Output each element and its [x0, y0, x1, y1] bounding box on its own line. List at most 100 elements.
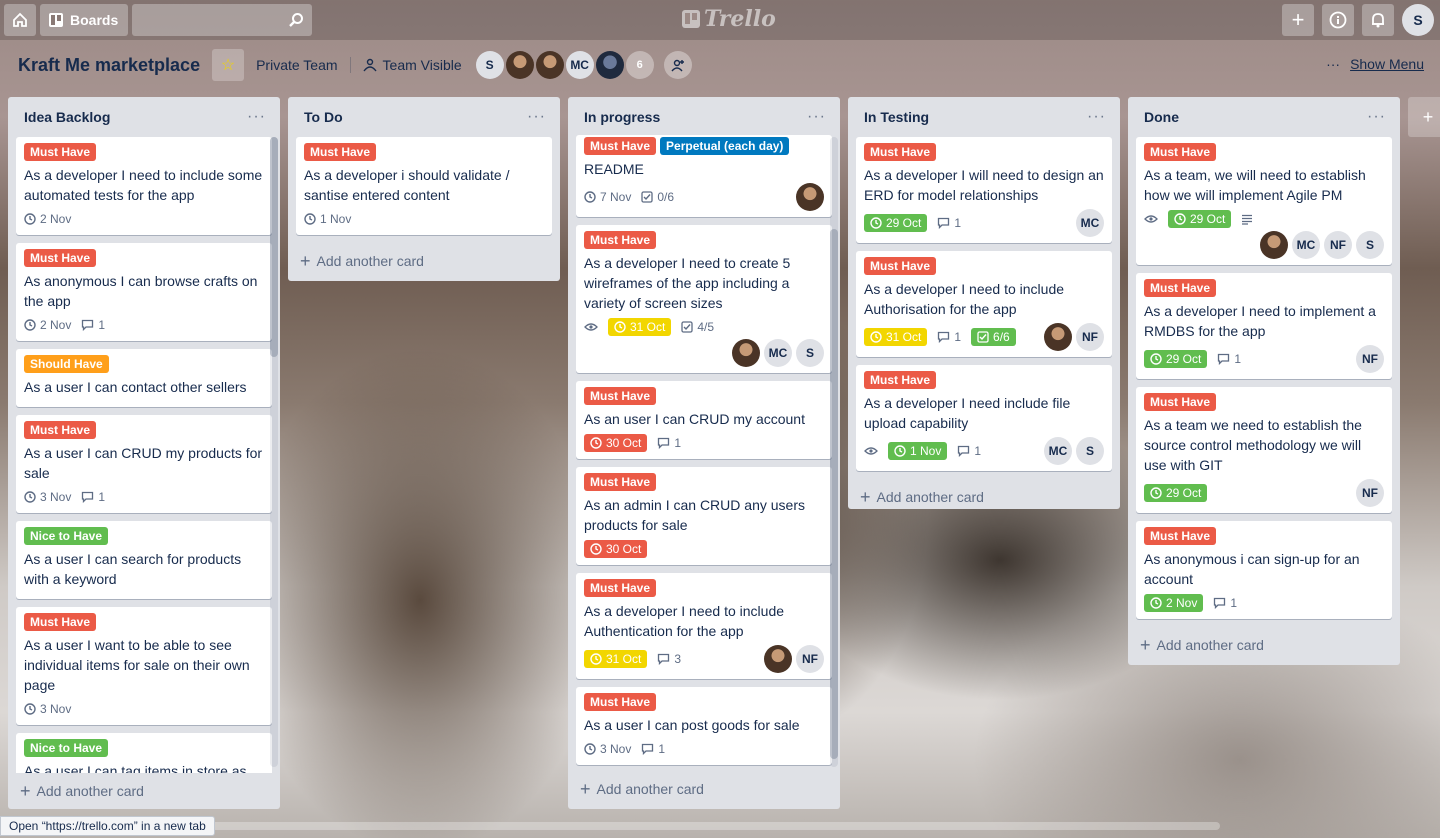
card-label[interactable]: Should Have — [24, 355, 109, 373]
list-scrollbar[interactable] — [270, 137, 278, 767]
card-label[interactable]: Must Have — [864, 257, 937, 275]
due-date-badge[interactable]: 29 Oct — [864, 214, 928, 232]
card[interactable]: Must Have As a developer I need to includ… — [16, 137, 272, 235]
card[interactable]: Must Have As a user I can post goods for … — [576, 687, 832, 765]
due-date-badge[interactable]: 30 Oct — [584, 540, 648, 558]
card-label[interactable]: Must Have — [24, 421, 97, 439]
add-card-button[interactable]: + Add another card — [288, 243, 560, 279]
card-label[interactable]: Must Have — [24, 249, 97, 267]
card[interactable]: Must Have As an admin I can CRUD any user… — [576, 467, 832, 565]
card[interactable]: Must Have As a developer I need to includ… — [576, 573, 832, 679]
card[interactable]: Must Have As an user I can CRUD my accoun… — [576, 381, 832, 459]
scrollbar-thumb[interactable] — [830, 229, 838, 759]
team-button[interactable]: Private Team — [256, 57, 337, 73]
list-menu-button[interactable]: ··· — [527, 108, 546, 126]
due-date-badge[interactable]: 31 Oct — [608, 318, 672, 336]
member-avatar[interactable] — [595, 51, 624, 79]
list-menu-button[interactable]: ··· — [1087, 108, 1106, 126]
card-label[interactable]: Must Have — [1144, 393, 1217, 411]
card-label[interactable]: Must Have — [584, 387, 657, 405]
member-avatar[interactable]: MC — [1044, 437, 1072, 465]
card[interactable]: Nice to Have As a user I can search for p… — [16, 521, 272, 599]
member-avatar[interactable]: S — [1076, 437, 1104, 465]
member-avatar[interactable] — [1260, 231, 1288, 259]
card[interactable]: Must Have As a developer i should validat… — [296, 137, 552, 235]
list-title[interactable]: In progress — [584, 109, 660, 125]
member-avatar[interactable] — [796, 183, 824, 211]
member-avatar[interactable]: S — [1356, 231, 1384, 259]
notifications-button[interactable] — [1362, 4, 1394, 36]
card-label[interactable]: Must Have — [24, 613, 97, 631]
card[interactable]: Must Have As a developer I need include f… — [856, 365, 1112, 471]
card-label[interactable]: Must Have — [584, 231, 657, 249]
invite-button[interactable] — [663, 51, 692, 79]
card-label[interactable]: Must Have — [864, 143, 937, 161]
card[interactable]: Must Have As a developer I need to implem… — [1136, 273, 1392, 379]
card-label[interactable]: Must Have — [1144, 279, 1217, 297]
card-label[interactable]: Must Have — [304, 143, 377, 161]
card-label[interactable]: Perpetual (each day) — [660, 137, 790, 155]
user-avatar[interactable]: S — [1402, 4, 1434, 36]
member-avatar[interactable]: NF — [1076, 323, 1104, 351]
card-label[interactable]: Must Have — [24, 143, 97, 161]
create-button[interactable]: + — [1282, 4, 1314, 36]
info-button[interactable] — [1322, 4, 1354, 36]
list-title[interactable]: In Testing — [864, 109, 929, 125]
list-menu-button[interactable]: ··· — [247, 108, 266, 126]
member-avatar[interactable]: NF — [1356, 345, 1384, 373]
card[interactable]: Must Have As a team we need to establish … — [1136, 387, 1392, 513]
member-avatar[interactable] — [732, 339, 760, 367]
card[interactable]: Must Have Perpetual (each day) README 7 Nov… — [576, 135, 832, 217]
card[interactable]: Must Have As anonymous I can browse craft… — [16, 243, 272, 341]
scrollbar-thumb[interactable] — [270, 137, 278, 357]
card-label[interactable]: Must Have — [584, 579, 657, 597]
list-title[interactable]: To Do — [304, 109, 343, 125]
card[interactable]: Must Have As a user I can CRUD my product… — [16, 415, 272, 513]
member-avatar[interactable] — [1044, 323, 1072, 351]
visibility-button[interactable]: Team Visible — [362, 57, 462, 73]
member-avatar[interactable]: NF — [796, 645, 824, 673]
show-menu-button[interactable]: ··· Show Menu — [1326, 56, 1424, 72]
home-button[interactable] — [4, 4, 36, 36]
member-avatar[interactable]: S — [475, 51, 504, 79]
card[interactable]: Must Have As a developer I need to includ… — [856, 251, 1112, 357]
card-label[interactable]: Must Have — [584, 693, 657, 711]
card-label[interactable]: Must Have — [584, 473, 657, 491]
card[interactable]: Should Have As a user I can contact other… — [16, 349, 272, 407]
trello-logo[interactable]: Trello — [682, 6, 776, 32]
boards-button[interactable]: Boards — [40, 4, 129, 36]
card[interactable]: Nice to Have As a user I can tag items in… — [16, 733, 272, 773]
card[interactable]: Must Have As a developer I need to create… — [576, 225, 832, 373]
member-avatar[interactable] — [764, 645, 792, 673]
add-card-button[interactable]: + Add another card — [568, 771, 840, 807]
member-avatar[interactable]: NF — [1356, 479, 1384, 507]
card-label[interactable]: Nice to Have — [24, 527, 109, 545]
star-button[interactable]: ☆ — [212, 49, 245, 81]
board-title[interactable]: Kraft Me marketplace — [18, 55, 200, 76]
list-title[interactable]: Idea Backlog — [24, 109, 110, 125]
due-date-badge[interactable]: 30 Oct — [584, 434, 648, 452]
due-date-badge[interactable]: 2 Nov — [1144, 594, 1204, 612]
list-menu-button[interactable]: ··· — [807, 108, 826, 126]
member-avatar[interactable]: MC — [565, 51, 594, 79]
card-label[interactable]: Must Have — [1144, 143, 1217, 161]
member-avatar[interactable] — [535, 51, 564, 79]
card-label[interactable]: Must Have — [1144, 527, 1217, 545]
card[interactable]: Must Have As anonymous i can sign-up for … — [1136, 521, 1392, 619]
due-date-badge[interactable]: 29 Oct — [1144, 350, 1208, 368]
list-title[interactable]: Done — [1144, 109, 1179, 125]
member-count[interactable]: 6 — [625, 51, 654, 79]
add-card-button[interactable]: + Add another card — [1128, 627, 1400, 663]
search-input[interactable] — [132, 4, 313, 36]
due-date-badge[interactable]: 31 Oct — [864, 328, 928, 346]
add-card-button[interactable]: + Add another card — [848, 479, 1120, 515]
card[interactable]: Must Have As a developer I will need to d… — [856, 137, 1112, 243]
member-avatar[interactable]: MC — [764, 339, 792, 367]
add-card-button[interactable]: + Add another card — [8, 773, 280, 809]
card[interactable]: Must Have As a team, we will need to esta… — [1136, 137, 1392, 265]
member-avatar[interactable]: S — [796, 339, 824, 367]
member-avatar[interactable]: NF — [1324, 231, 1352, 259]
card-label[interactable]: Must Have — [584, 137, 657, 155]
list-menu-button[interactable]: ··· — [1367, 108, 1386, 126]
card[interactable]: Must Have As a user I want to be able to … — [16, 607, 272, 725]
